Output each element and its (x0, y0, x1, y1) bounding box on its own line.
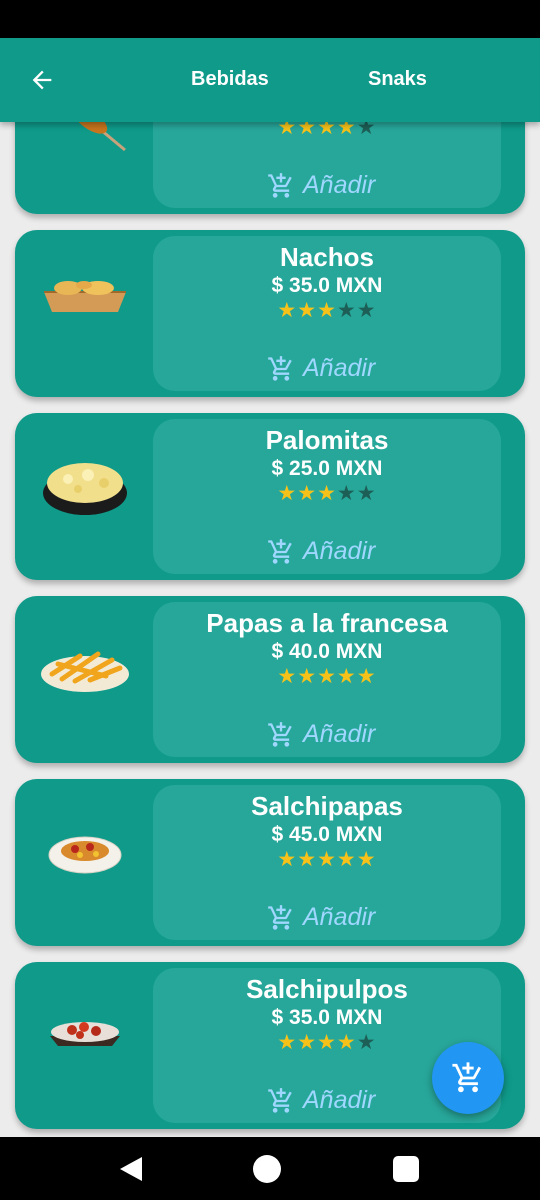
salchipulpos-image (50, 1022, 120, 1046)
star-filled-icon: ★ (336, 122, 357, 139)
star-filled-icon: ★ (277, 482, 298, 505)
add-cart-icon (268, 904, 292, 930)
product-price: $ 40.0 MXN (271, 640, 383, 663)
star-filled-icon: ★ (297, 299, 318, 322)
rating-stars: ★★★★★ (153, 122, 501, 139)
status-bar (0, 0, 540, 38)
product-price: $ 35.0 MXN (271, 274, 383, 297)
add-cart-icon (268, 1087, 292, 1113)
star-filled-icon: ★ (317, 122, 337, 139)
star-filled-icon: ★ (297, 1031, 318, 1054)
add-label: Añadir (303, 537, 376, 565)
star-empty-icon: ★ (356, 482, 377, 505)
star-filled-icon: ★ (297, 665, 318, 688)
nav-home-icon[interactable] (252, 1154, 282, 1184)
star-filled-icon: ★ (356, 848, 377, 871)
add-cart-icon (268, 172, 292, 198)
product-name: Salchipulpos (246, 974, 408, 1004)
star-filled-icon: ★ (336, 848, 357, 871)
rating-stars: ★★★★★ (153, 849, 501, 871)
add-to-cart-button[interactable]: Añadir (267, 1086, 375, 1115)
star-empty-icon: ★ (356, 122, 377, 139)
add-label: Añadir (303, 1086, 376, 1114)
product-panel: Salchipapas $ 45.0 MXN ★★★★★ Añadir (153, 785, 501, 940)
star-filled-icon: ★ (277, 1031, 298, 1054)
cart-fab-button[interactable] (432, 1042, 504, 1114)
add-to-cart-button[interactable]: Añadir (267, 720, 375, 749)
product-panel: Papas a la francesa $ 40.0 MXN ★★★★★ Aña… (153, 602, 501, 757)
add-label: Añadir (303, 354, 376, 382)
product-price: $ 45.0 MXN (271, 823, 383, 846)
app-bar: Bebidas Snaks (0, 38, 540, 122)
star-filled-icon: ★ (277, 299, 298, 322)
product-panel: ★★★★★ Añadir (153, 122, 501, 208)
product-price: $ 25.0 MXN (271, 457, 383, 480)
corn-dog-image (72, 122, 126, 152)
add-to-cart-button[interactable]: Añadir (267, 537, 375, 566)
product-name: Nachos (280, 242, 374, 272)
star-filled-icon: ★ (317, 665, 337, 688)
rating-stars: ★★★★★ (153, 300, 501, 322)
snack-card: ★★★★★ Añadir (15, 122, 525, 214)
add-cart-icon (268, 538, 292, 564)
product-price: $ 35.0 MXN (271, 1006, 383, 1029)
add-label: Añadir (303, 903, 376, 931)
back-button[interactable] (24, 62, 60, 98)
add-label: Añadir (303, 720, 376, 748)
star-filled-icon: ★ (356, 665, 377, 688)
product-name: Salchipapas (251, 791, 403, 821)
star-empty-icon: ★ (356, 1031, 377, 1054)
product-name: Papas a la francesa (206, 608, 448, 638)
star-filled-icon: ★ (277, 665, 298, 688)
add-cart-icon (268, 721, 292, 747)
star-filled-icon: ★ (317, 848, 337, 871)
snack-card: Palomitas $ 25.0 MXN ★★★★★ Añadir (15, 413, 525, 580)
add-label: Añadir (303, 171, 376, 199)
nachos-image (44, 281, 126, 312)
add-cart-icon (268, 355, 292, 381)
snack-card: Nachos $ 35.0 MXN ★★★★★ Añadir (15, 230, 525, 397)
star-empty-icon: ★ (336, 299, 357, 322)
nav-back-icon[interactable] (116, 1154, 146, 1184)
snack-list[interactable]: ★★★★★ Añadir Nachos $ 35.0 MXN ★★★★★ Aña… (0, 122, 540, 1137)
product-name: Palomitas (265, 425, 389, 455)
star-empty-icon: ★ (336, 482, 357, 505)
tab-bebidas[interactable]: Bebidas (191, 68, 269, 91)
star-filled-icon: ★ (317, 299, 337, 322)
star-filled-icon: ★ (277, 122, 298, 139)
popcorn-image (43, 463, 127, 515)
star-filled-icon: ★ (297, 122, 318, 139)
star-filled-icon: ★ (297, 482, 318, 505)
snack-card: Salchipapas $ 45.0 MXN ★★★★★ Añadir (15, 779, 525, 946)
star-filled-icon: ★ (317, 1031, 337, 1054)
snack-card: Papas a la francesa $ 40.0 MXN ★★★★★ Aña… (15, 596, 525, 763)
add-to-cart-button[interactable]: Añadir (267, 171, 375, 200)
product-panel: Nachos $ 35.0 MXN ★★★★★ Añadir (153, 236, 501, 391)
star-filled-icon: ★ (336, 665, 357, 688)
star-empty-icon: ★ (356, 299, 377, 322)
star-filled-icon: ★ (277, 848, 298, 871)
add-to-cart-button[interactable]: Añadir (267, 903, 375, 932)
rating-stars: ★★★★★ (153, 483, 501, 505)
tab-snaks[interactable]: Snaks (368, 68, 427, 91)
product-panel: Palomitas $ 25.0 MXN ★★★★★ Añadir (153, 419, 501, 574)
star-filled-icon: ★ (336, 1031, 357, 1054)
fries-image (41, 651, 129, 692)
nav-recents-icon[interactable] (392, 1155, 420, 1183)
add-to-cart-button[interactable]: Añadir (267, 354, 375, 383)
star-filled-icon: ★ (297, 848, 318, 871)
rating-stars: ★★★★★ (153, 666, 501, 688)
cart-icon (452, 1062, 482, 1093)
arrow-back-icon (32, 70, 52, 90)
salchipapas-image (48, 836, 122, 874)
star-filled-icon: ★ (317, 482, 337, 505)
system-nav-bar (0, 1137, 540, 1200)
